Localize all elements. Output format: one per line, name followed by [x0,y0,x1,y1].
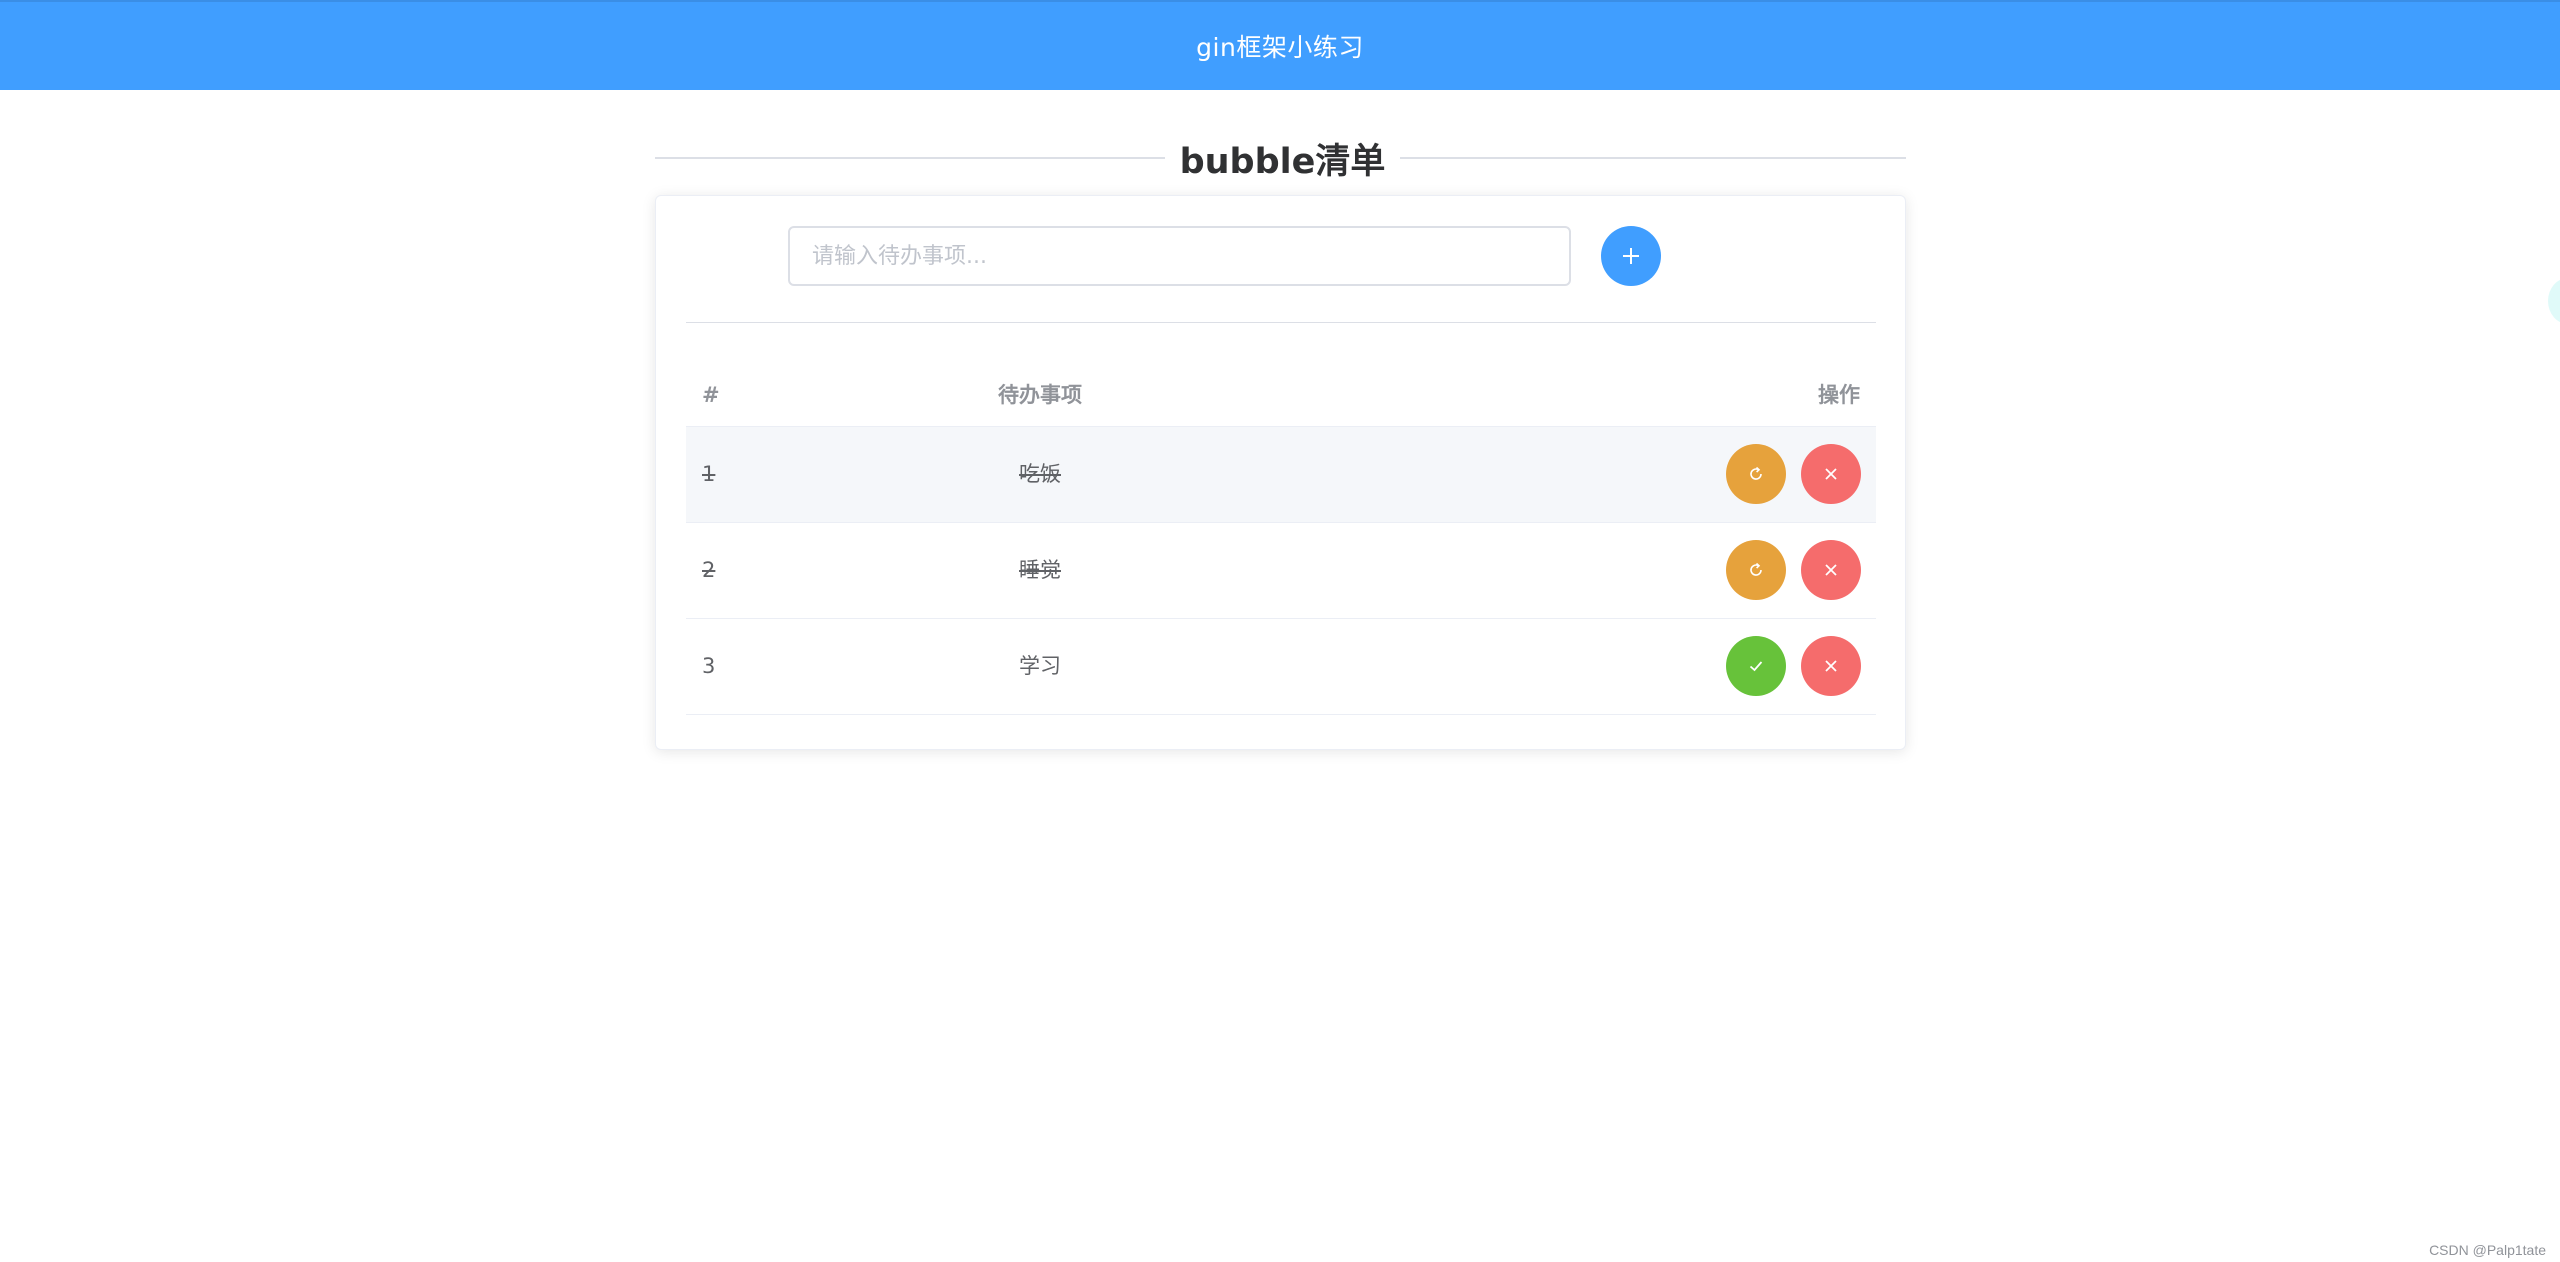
undo-button[interactable] [1726,540,1786,600]
todo-title: 睡觉 [1019,558,1061,582]
watermark: CSDN @Palp1tate [2429,1242,2546,1258]
column-item: 待办事项 [998,383,1082,407]
complete-button[interactable] [1726,636,1786,696]
todo-input[interactable] [788,226,1571,286]
todo-title: 学习 [1019,654,1061,678]
table-header: # 待办事项 操作 [686,364,1876,427]
card-divider [686,322,1876,323]
close-icon [1825,564,1837,576]
todo-title: 吃饭 [1019,462,1061,486]
refresh-icon [1750,466,1762,480]
table-row: 3 学习 [686,619,1876,715]
plus-icon [1623,248,1639,264]
heading-divider-left [655,157,1165,159]
app-title: gin框架小练习 [1196,33,1364,62]
page-title: bubble清单 [1165,128,1400,188]
delete-button[interactable] [1801,540,1861,600]
close-icon [1825,660,1837,672]
row-actions [1726,444,1861,504]
floating-edge-widget[interactable] [2548,278,2560,324]
row-actions [1726,636,1861,696]
delete-button[interactable] [1801,636,1861,696]
table-row: 2 睡觉 [686,523,1876,619]
row-actions [1726,540,1861,600]
top-navbar: gin框架小练习 [0,0,2560,90]
refresh-icon [1750,562,1762,576]
check-icon [1749,661,1763,672]
close-icon [1825,468,1837,480]
add-todo-button[interactable] [1601,226,1661,286]
table-row: 1 吃饭 [686,427,1876,523]
todo-card: # 待办事项 操作 1 吃饭 [655,195,1906,750]
todo-table: # 待办事项 操作 1 吃饭 2 睡觉 3 学习 [686,364,1876,715]
undo-button[interactable] [1726,444,1786,504]
column-actions: 操作 [1818,383,1860,407]
delete-button[interactable] [1801,444,1861,504]
heading-divider-right [1400,157,1906,159]
